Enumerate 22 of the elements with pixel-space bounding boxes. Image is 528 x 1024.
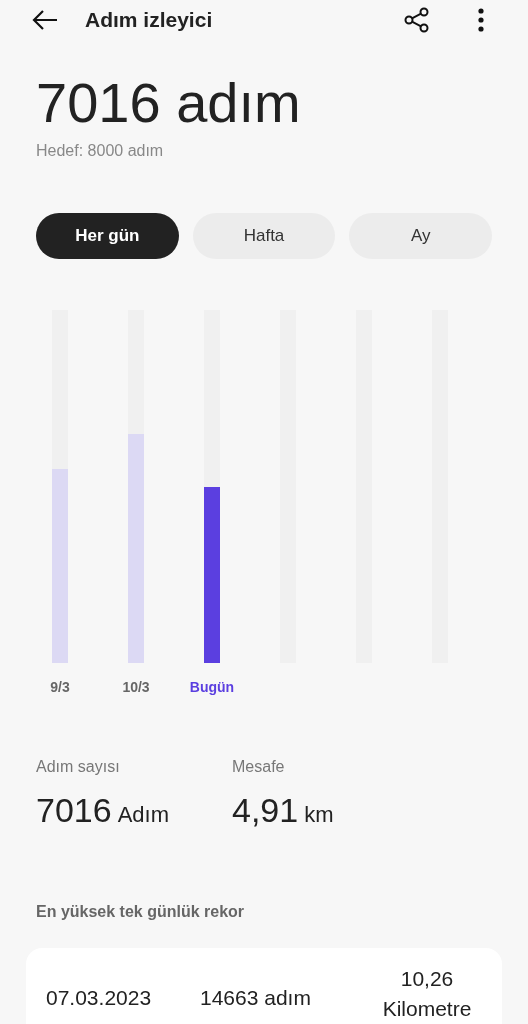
period-tab[interactable]: Her gün bbox=[36, 213, 179, 259]
stat-value: 7016 bbox=[36, 790, 112, 831]
period-tab[interactable]: Ay bbox=[349, 213, 492, 259]
stat-unit: km bbox=[304, 801, 334, 829]
day-label: 9/3 bbox=[50, 679, 70, 695]
record-heading: En yüksek tek günlük rekor bbox=[35, 902, 246, 922]
back-arrow-icon[interactable] bbox=[32, 9, 58, 30]
more-options-icon[interactable] bbox=[478, 7, 484, 32]
day-label: Bugün bbox=[189, 679, 235, 695]
goal-text: Hedef: 8000 adım bbox=[36, 141, 165, 161]
record-steps: 14663 adım bbox=[200, 982, 360, 1014]
stat-unit: Adım bbox=[117, 801, 169, 829]
stat-label: Mesafe bbox=[232, 757, 286, 777]
stat-value: 4,91 bbox=[232, 790, 299, 831]
step-total: 7016 adım bbox=[36, 71, 302, 135]
period-tab[interactable]: Hafta bbox=[192, 213, 336, 259]
page-title: Adım izleyici bbox=[85, 6, 213, 33]
day-label: 10/3 bbox=[122, 679, 150, 695]
share-icon[interactable] bbox=[404, 6, 430, 33]
record-date: 07.03.2023 bbox=[46, 985, 153, 1011]
record-distance: 10,26 Kilometre bbox=[381, 966, 473, 1022]
stat-label: Adım sayısı bbox=[36, 757, 121, 777]
